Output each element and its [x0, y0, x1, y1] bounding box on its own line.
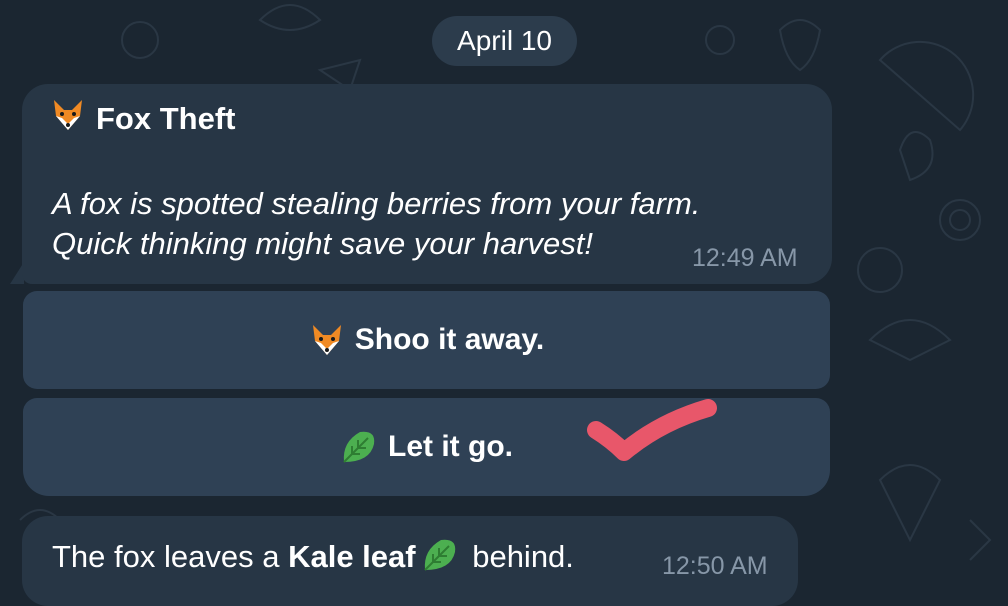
event-message-bubble: Fox Theft A fox is spotted stealing berr…: [22, 84, 832, 284]
message-timestamp: 12:49 AM: [692, 244, 798, 272]
leafy-green-icon: [340, 428, 378, 466]
result-text-after: behind.: [463, 539, 574, 575]
event-title-row: Fox Theft: [50, 98, 236, 140]
check-mark-annotation: [587, 399, 717, 461]
shoo-it-away-label: Shoo it away.: [354, 323, 545, 356]
fox-face-icon: [50, 98, 86, 140]
item-name: Kale leaf: [288, 539, 416, 575]
leafy-green-icon: [420, 536, 460, 582]
result-message-bubble: The fox leaves a Kale leaf behind. 12:50…: [22, 516, 798, 606]
let-it-go-label: Let it go.: [388, 430, 513, 463]
shoo-it-away-button[interactable]: Shoo it away.: [23, 291, 830, 389]
event-description-line-1: A fox is spotted stealing berries from y…: [52, 186, 701, 221]
date-separator: April 10: [432, 16, 577, 66]
message-timestamp: 12:50 AM: [662, 552, 768, 580]
result-text-before: The fox leaves a: [52, 539, 289, 575]
fox-face-icon: [309, 323, 345, 357]
result-text: The fox leaves a Kale leaf behind.: [52, 536, 574, 582]
event-title: Fox Theft: [96, 101, 236, 136]
